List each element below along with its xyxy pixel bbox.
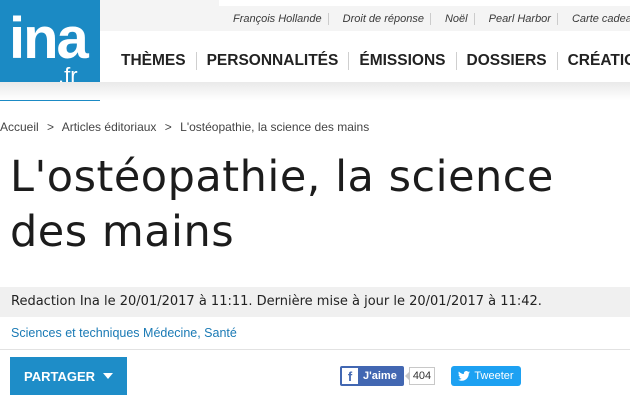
breadcrumb-separator: > [164,120,172,134]
trend-link-droit-de-reponse[interactable]: Droit de réponse [327,13,430,25]
nav-item-themes[interactable]: THÈMES [100,52,197,70]
trend-link-noel[interactable]: Noël [429,13,474,25]
article-tags[interactable]: Sciences et techniques Médecine, Santé [11,326,237,340]
facebook-like-button[interactable]: f J'aime [340,366,404,386]
facebook-like-label: J'aime [363,370,397,382]
tweet-button[interactable]: Tweeter [451,366,521,386]
main-navigation: THÈMES PERSONNALITÉS ÉMISSIONS DOSSIERS … [100,40,630,82]
share-button-label: PARTAGER [23,368,96,384]
breadcrumb-item-articles[interactable]: Articles éditoriaux [62,120,157,134]
facebook-like-count: 404 [405,367,435,385]
nav-item-dossiers[interactable]: DOSSIERS [457,52,558,70]
nav-item-creations[interactable]: CRÉATIONS W [558,52,630,70]
facebook-icon: f [342,368,358,384]
divider [0,349,630,350]
twitter-bird-icon [458,371,471,381]
trend-link-hollande[interactable]: François Hollande [219,13,328,25]
top-strip [219,0,630,6]
logo-main-text: ina [9,6,89,71]
breadcrumb-item-home[interactable]: Accueil [0,120,39,134]
nav-item-emissions[interactable]: ÉMISSIONS [349,52,457,70]
tweet-label: Tweeter [474,370,514,382]
share-button[interactable]: PARTAGER [10,357,127,395]
page-title: L'ostéopathie, la science des mains [10,152,554,257]
breadcrumb: Accueil > Articles éditoriaux > L'ostéop… [0,120,369,134]
nav-item-personnalites[interactable]: PERSONNALITÉS [197,52,350,70]
article-meta: Redaction Ina le 20/01/2017 à 11:11. Der… [0,287,630,317]
nav-shadow [0,82,630,100]
trend-link-carte-cadeau[interactable]: Carte cadeau [556,13,630,25]
breadcrumb-item-current: L'ostéopathie, la science des mains [180,120,370,134]
trend-link-pearl-harbor[interactable]: Pearl Harbor [473,13,557,25]
trending-links: François Hollande Droit de réponse Noël … [219,7,630,31]
chevron-down-icon [103,373,114,379]
breadcrumb-separator: > [47,120,55,134]
